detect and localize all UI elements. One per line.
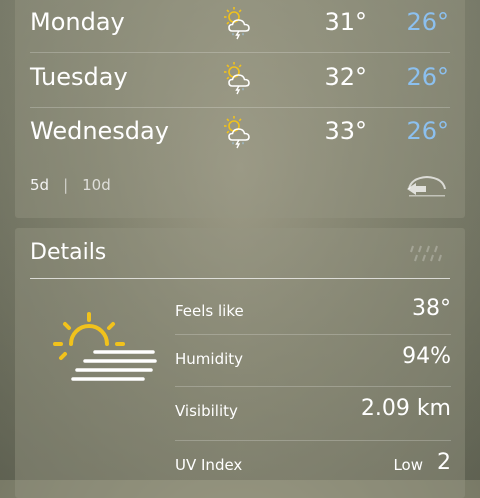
forecast-row[interactable]: Tuesday 32° 26° [15,53,465,107]
temp-low: 26° [406,117,449,145]
thunderstorm-partly-sunny-icon [224,116,250,149]
day-name: Wednesday [30,117,169,145]
temp-high: 33° [324,117,367,145]
detail-value: 94% [402,344,451,369]
range-option-10d[interactable]: 10d [82,176,111,194]
details-card: Details Feels like 38° Humidity 94% Visi… [15,228,465,498]
detail-label: Humidity [175,350,244,368]
forecast-row[interactable]: Monday 31° 26° [15,0,465,52]
divider [175,334,451,335]
day-name: Monday [30,8,125,36]
sun-haze-icon [53,312,157,381]
thunderstorm-partly-sunny-icon [224,62,250,95]
forecast-card: Monday 31° 26° Tuesday 32° 26° Wednesday… [15,0,465,218]
divider [175,440,451,441]
range-toggle: 5d | 10d [30,176,111,194]
forecast-row[interactable]: Wednesday 33° 26° [15,107,465,161]
uv-level: Low [393,456,423,474]
temp-high: 32° [324,63,367,91]
temp-high: 31° [324,8,367,36]
detail-value: 38° [412,296,451,321]
toggle-separator: | [63,176,69,194]
rain-icon [410,245,442,262]
range-option-5d[interactable]: 5d [30,176,49,194]
uv-value: 2 [437,450,451,475]
detail-label: UV Index [175,456,243,474]
divider [175,386,451,387]
details-title: Details [30,240,107,265]
detail-value: 2.09 km [360,396,451,421]
details-divider [30,278,450,279]
temp-low: 26° [406,8,449,36]
day-name: Tuesday [30,63,128,91]
temp-low: 26° [406,63,449,91]
weather-underground-logo[interactable] [403,172,451,198]
detail-label: Visibility [175,402,238,420]
detail-label: Feels like [175,302,244,320]
thunderstorm-partly-sunny-icon [224,7,250,40]
